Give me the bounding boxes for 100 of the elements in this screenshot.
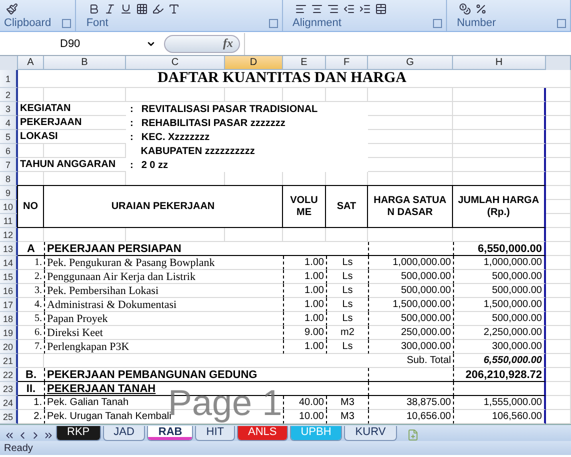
- column-header[interactable]: C: [126, 56, 225, 70]
- item-description: Perlengkapan P3K: [44, 340, 283, 354]
- name-box[interactable]: D90: [0, 38, 160, 50]
- item-description: Penggunaan Air Kerja dan Listrik: [44, 270, 283, 284]
- price-cell: 300,000.00: [368, 340, 453, 354]
- row-header[interactable]: 3: [0, 102, 18, 116]
- row-header[interactable]: 12: [0, 228, 18, 242]
- info-label: PEKERJAAN: [18, 116, 126, 130]
- italic-icon[interactable]: [104, 3, 116, 15]
- ribbon-group-label: Clipboard: [4, 17, 52, 29]
- formula-handle[interactable]: fx: [164, 34, 240, 52]
- price-cell: 500,000.00: [368, 270, 453, 284]
- price-cell: 500,000.00: [368, 284, 453, 298]
- row-header[interactable]: 8: [0, 172, 18, 186]
- column-heading: NO: [17, 185, 44, 228]
- row-header[interactable]: 4: [0, 116, 18, 130]
- sheet-tab[interactable]: ANLS: [236, 426, 288, 441]
- column-header[interactable]: A: [18, 56, 44, 70]
- first-sheet-icon[interactable]: [4, 430, 15, 441]
- dialog-launcher-icon[interactable]: [557, 18, 566, 28]
- unit-cell: Ls: [326, 340, 368, 354]
- bold-icon[interactable]: [88, 3, 100, 15]
- sheet-tab[interactable]: RAB: [147, 426, 194, 441]
- row-header[interactable]: 10: [0, 200, 18, 214]
- item-description: Direksi Keet: [44, 326, 283, 340]
- unit-cell: Ls: [326, 270, 368, 284]
- align-center-icon[interactable]: [310, 3, 322, 15]
- column-header[interactable]: H: [453, 56, 546, 70]
- dialog-launcher-icon[interactable]: [268, 18, 278, 28]
- colon-separator: :: [130, 118, 134, 128]
- font-color-icon[interactable]: [168, 3, 180, 15]
- row-header[interactable]: 21: [0, 354, 18, 368]
- sheet-tab[interactable]: JAD: [102, 426, 146, 441]
- fill-color-icon[interactable]: [152, 3, 164, 15]
- last-sheet-icon[interactable]: [43, 430, 54, 441]
- row-header[interactable]: 13: [0, 242, 18, 256]
- merge-cells-icon[interactable]: [374, 3, 386, 15]
- colon-separator: :: [130, 132, 134, 142]
- column-header[interactable]: G: [368, 56, 453, 70]
- section-number: B.: [18, 368, 44, 382]
- row-header[interactable]: 5: [0, 130, 18, 144]
- ribbon-group-label: Number: [456, 17, 496, 29]
- volume-cell: 40.00: [283, 396, 326, 410]
- sheet-tab[interactable]: HIT: [195, 426, 235, 441]
- status-text: Ready: [4, 442, 33, 454]
- info-value: REHABILITASI PASAR zzzzzzz: [141, 118, 286, 128]
- price-cell: 10,656.00: [368, 410, 453, 424]
- row-header[interactable]: 16: [0, 284, 18, 298]
- row-header[interactable]: 19: [0, 326, 18, 340]
- row-header[interactable]: 17: [0, 298, 18, 312]
- row-header[interactable]: 23: [0, 382, 18, 396]
- row-header[interactable]: 11: [0, 214, 18, 228]
- column-heading: JUMLAH HARGA (Rp.): [452, 185, 546, 228]
- row-header[interactable]: 6: [0, 144, 18, 158]
- align-left-icon[interactable]: [294, 3, 306, 15]
- row-header[interactable]: 1: [0, 70, 18, 88]
- increase-indent-icon[interactable]: [358, 3, 370, 15]
- unit-cell: Ls: [326, 256, 368, 270]
- dialog-launcher-icon[interactable]: [62, 18, 72, 28]
- sheet-tab[interactable]: KURV: [344, 426, 397, 441]
- select-all-corner[interactable]: [0, 56, 18, 71]
- volume-cell: 1.00: [283, 270, 326, 284]
- row-header[interactable]: 7: [0, 158, 18, 172]
- currency-icon[interactable]: [458, 3, 471, 15]
- column-header[interactable]: E: [283, 56, 326, 70]
- ribbon-group-label: Alignment: [292, 17, 342, 29]
- unit-cell: m2: [326, 326, 368, 340]
- unit-cell: Ls: [326, 284, 368, 298]
- row-header[interactable]: 14: [0, 256, 18, 270]
- column-header[interactable]: [546, 56, 571, 71]
- section-number: II.: [18, 382, 44, 396]
- underline-icon[interactable]: [120, 3, 132, 15]
- row-header[interactable]: 24: [0, 396, 18, 410]
- row-header[interactable]: 22: [0, 368, 18, 382]
- row-header[interactable]: 2: [0, 88, 18, 102]
- row-header[interactable]: 25: [0, 410, 18, 424]
- column-header[interactable]: B: [44, 56, 126, 70]
- row-header[interactable]: 9: [0, 186, 18, 200]
- sheet-tab[interactable]: RKP: [56, 426, 101, 441]
- dialog-launcher-icon[interactable]: [432, 18, 442, 28]
- column-header[interactable]: F: [326, 56, 368, 70]
- colon-separator: :: [130, 160, 134, 170]
- unit-cell: Ls: [326, 312, 368, 326]
- column-heading: URAIAN PEKERJAAN: [43, 185, 283, 228]
- row-header[interactable]: 15: [0, 270, 18, 284]
- borders-icon[interactable]: [136, 3, 148, 15]
- price-cell: 1,000,000.00: [368, 256, 453, 270]
- volume-cell: 9.00: [283, 326, 326, 340]
- decrease-indent-icon[interactable]: [342, 3, 354, 15]
- paintbrush-icon[interactable]: [6, 3, 18, 15]
- row-header[interactable]: 20: [0, 340, 18, 354]
- info-value: REVITALISASI PASAR TRADISIONAL: [141, 104, 318, 114]
- row-header[interactable]: 18: [0, 312, 18, 326]
- new-sheet-icon[interactable]: [406, 429, 419, 441]
- ribbon-group-label: Font: [86, 17, 108, 29]
- price-cell: 500,000.00: [368, 312, 453, 326]
- align-right-icon[interactable]: [326, 3, 338, 15]
- section-total: 6,550,000.00: [453, 242, 546, 256]
- percent-icon[interactable]: [474, 3, 487, 15]
- column-header[interactable]: D: [225, 56, 283, 70]
